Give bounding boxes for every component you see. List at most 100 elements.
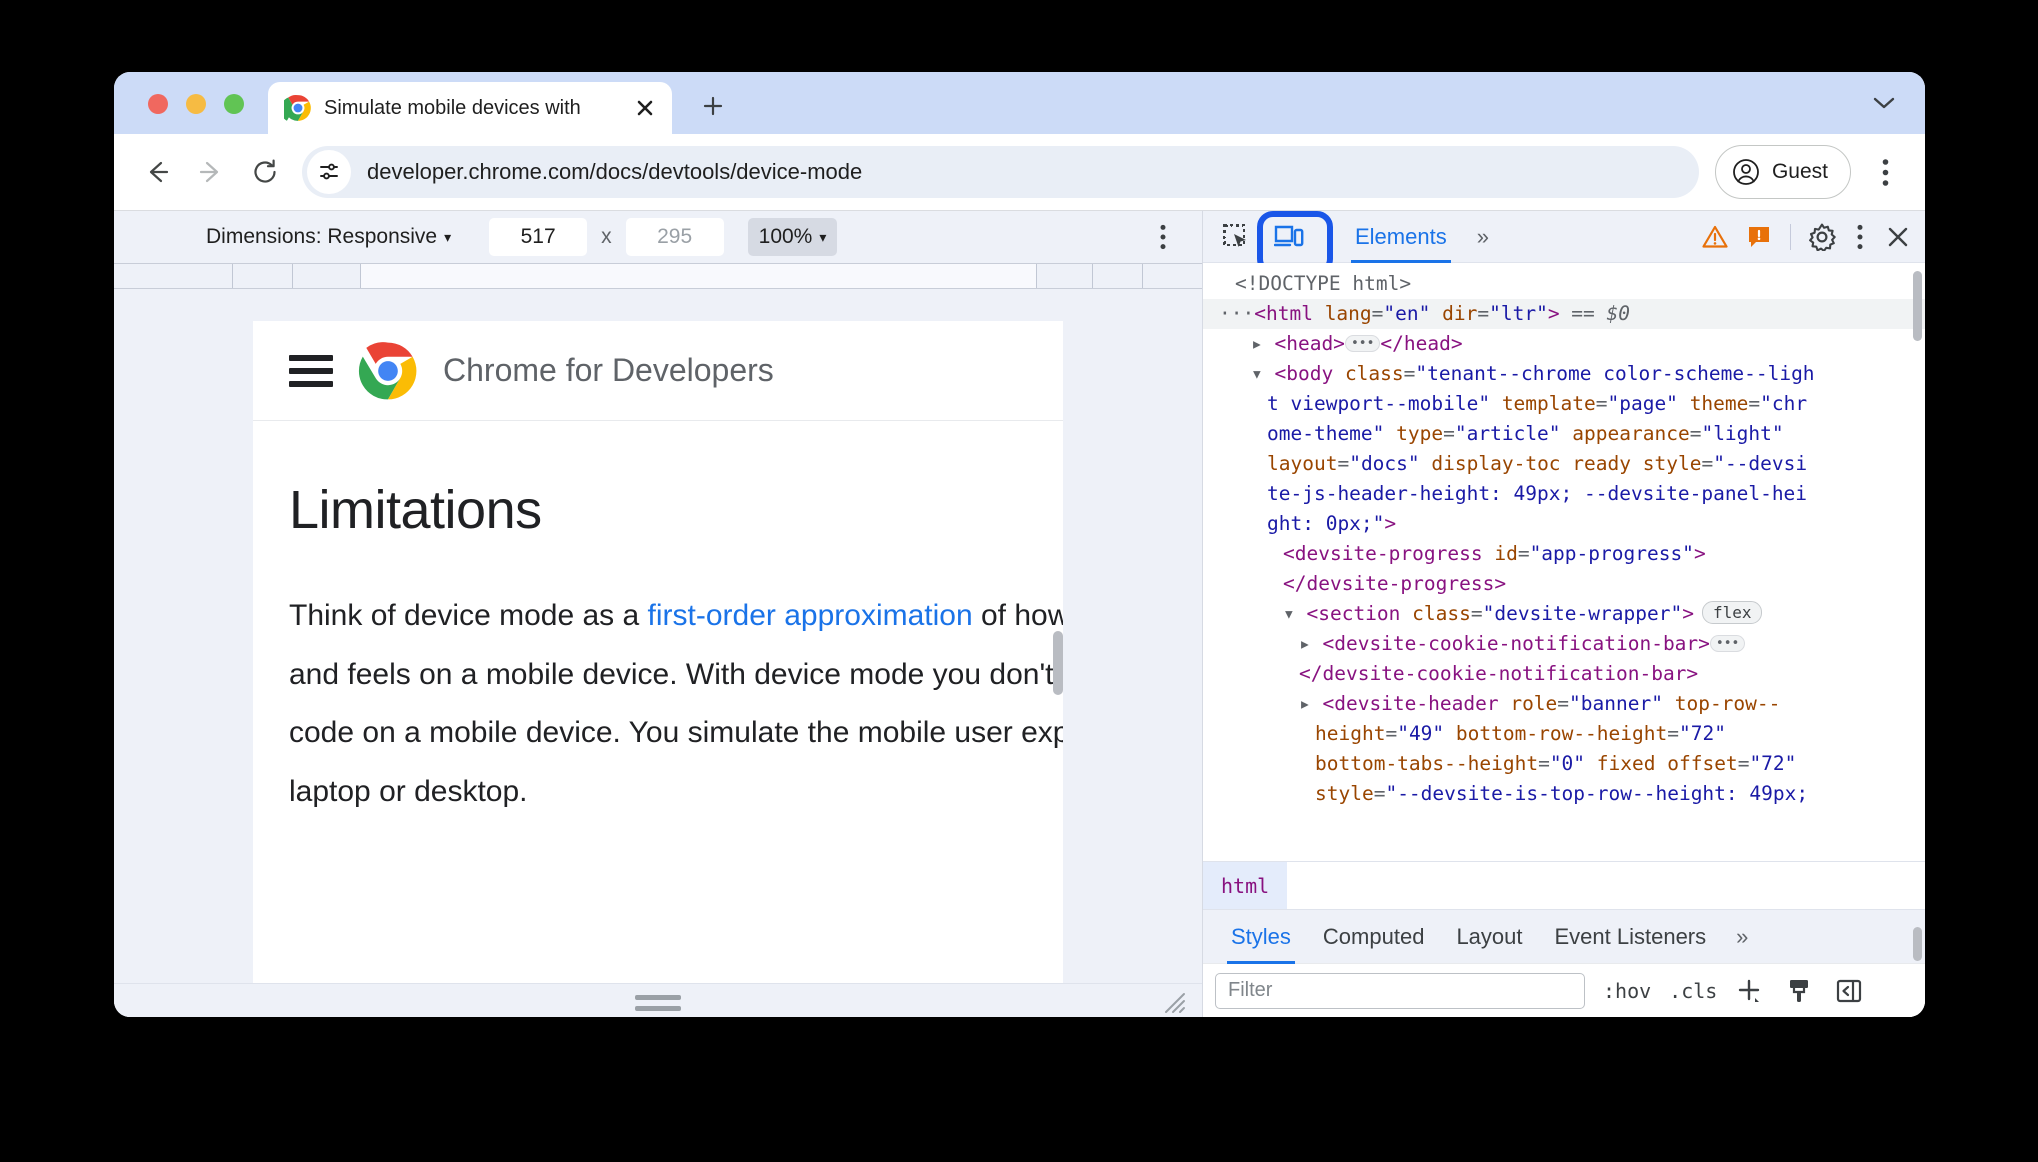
viewport-resize-bar[interactable] [114, 983, 1202, 1017]
styles-pane-toolbar: Filter :hov .cls [1203, 963, 1925, 1017]
dom-token [1678, 392, 1690, 415]
dom-token: </head> [1380, 332, 1463, 355]
tab-event-listeners[interactable]: Event Listeners [1539, 910, 1723, 964]
browser-menu-button[interactable] [1861, 148, 1909, 196]
height-input[interactable]: 295 [625, 218, 724, 256]
back-button[interactable] [130, 145, 184, 199]
dom-token: <section [1306, 602, 1413, 625]
hamburger-icon[interactable] [289, 354, 333, 387]
dom-tree-node[interactable]: ▾ <section class="devsite-wrapper"> flex [1203, 599, 1925, 629]
three-dots-vertical-icon [1160, 224, 1166, 250]
more-sidebar-tabs-button[interactable]: » [1722, 924, 1759, 950]
device-viewport[interactable]: Chrome for Developers Limitations Think … [253, 321, 1063, 983]
dom-tree-node[interactable]: </devsite-cookie-notification-bar> [1203, 659, 1925, 689]
devtools-menu-button[interactable] [1841, 218, 1879, 256]
dom-token: "docs" [1349, 452, 1420, 475]
breadcrumb-item-html[interactable]: html [1203, 862, 1288, 909]
copy-all-styles-button[interactable] [1781, 973, 1817, 1009]
toggle-styles-sidebar-button[interactable] [1831, 973, 1867, 1009]
forward-button[interactable] [184, 145, 238, 199]
dom-token: layout [1267, 452, 1338, 475]
vertical-resize-handle[interactable] [635, 995, 681, 1011]
dom-token: style [1642, 452, 1702, 475]
element-classes-button[interactable]: .cls [1669, 979, 1717, 1003]
dom-tree-node[interactable]: te-js-header-height: 49px; --devsite-pan… [1203, 479, 1925, 509]
close-devtools-button[interactable] [1879, 218, 1917, 256]
styles-scrollbar[interactable] [1913, 927, 1922, 961]
styles-filter-input[interactable]: Filter [1215, 972, 1585, 1009]
dom-tree-node[interactable]: ▸ <head> ••• </head> [1203, 329, 1925, 359]
dom-tree-node[interactable]: style="--devsite-is-top-row--height: 49p… [1203, 779, 1925, 809]
dom-tree-node[interactable]: ···<html lang="en" dir="ltr"> == $0 [1203, 299, 1925, 329]
dom-token: bottom-row--height [1455, 722, 1668, 745]
devtools-toolbar: Elements » [1203, 210, 1925, 275]
corner-resize-handle[interactable] [1162, 990, 1186, 1014]
site-title: Chrome for Developers [443, 352, 774, 388]
width-input[interactable]: 517 [489, 218, 588, 256]
dom-tree-node[interactable]: ▸ <devsite-cookie-notification-bar> ••• [1203, 629, 1925, 659]
dom-tree-node[interactable]: ght: 0px;"> [1203, 509, 1925, 539]
dom-tree-node[interactable]: </devsite-progress> [1203, 569, 1925, 599]
issues-button[interactable] [1740, 218, 1778, 256]
dimensions-dropdown[interactable]: Dimensions: Responsive ▾ [206, 225, 451, 249]
expand-toggle-icon[interactable]: ▾ [1251, 362, 1274, 385]
dom-token [1444, 722, 1456, 745]
dom-tree-node[interactable]: ▾ <body class="tenant--chrome color-sche… [1203, 359, 1925, 389]
toggle-device-toolbar-button[interactable] [1257, 210, 1333, 275]
tab-computed[interactable]: Computed [1307, 910, 1441, 964]
device-viewport-wrapper: Chrome for Developers Limitations Think … [114, 289, 1202, 983]
chrome-logo-icon [284, 94, 311, 121]
new-tab-button[interactable] [694, 87, 732, 125]
reload-button[interactable] [238, 145, 292, 199]
browser-tab[interactable]: Simulate mobile devices with [268, 82, 672, 134]
viewport-scrollbar[interactable] [1053, 631, 1063, 695]
tab-search-button[interactable] [1861, 80, 1907, 126]
dom-token: te-js-header-height: 49px; --devsite-pan… [1267, 482, 1808, 505]
maximize-window-button[interactable] [224, 94, 244, 114]
dom-token: = [1737, 752, 1750, 775]
expand-ellipsis-icon[interactable]: ••• [1709, 635, 1746, 652]
new-style-rule-button[interactable] [1731, 973, 1767, 1009]
dom-tree-node[interactable]: t viewport--mobile" template="page" them… [1203, 389, 1925, 419]
address-bar[interactable]: developer.chrome.com/docs/devtools/devic… [302, 146, 1699, 198]
tab-styles[interactable]: Styles [1215, 910, 1307, 964]
dom-token: "0" [1549, 752, 1586, 775]
first-order-approximation-link[interactable]: first-order approximation [648, 599, 973, 632]
devtools-settings-button[interactable] [1803, 218, 1841, 256]
tab-elements[interactable]: Elements [1351, 211, 1451, 263]
dom-tree-node[interactable]: layout="docs" display-toc ready style="-… [1203, 449, 1925, 479]
flex-badge[interactable]: flex [1701, 601, 1763, 624]
device-mode-more-options-button[interactable] [1146, 220, 1180, 254]
dom-token: = [1689, 422, 1702, 445]
expand-toggle-icon[interactable]: ▸ [1251, 332, 1274, 355]
dom-token: = [1371, 302, 1384, 325]
more-panels-button[interactable]: » [1477, 224, 1489, 250]
dom-token: lang [1324, 302, 1372, 325]
close-window-button[interactable] [148, 94, 168, 114]
dom-token: display-toc ready [1431, 452, 1631, 475]
tab-layout[interactable]: Layout [1440, 910, 1538, 964]
dom-tree-node[interactable]: <!DOCTYPE html> [1203, 269, 1925, 299]
dom-tree-node[interactable]: ome-theme" type="article" appearance="li… [1203, 419, 1925, 449]
dom-token: == $0 [1559, 302, 1631, 325]
dom-tree[interactable]: <!DOCTYPE html> ···<html lang="en" dir="l… [1203, 263, 1925, 861]
force-state-button[interactable]: :hov [1603, 979, 1651, 1003]
dom-token: = [1557, 692, 1570, 715]
minimize-window-button[interactable] [186, 94, 206, 114]
expand-toggle-icon[interactable]: ▾ [1283, 602, 1306, 625]
close-icon[interactable] [632, 95, 658, 121]
inspect-element-button[interactable] [1217, 218, 1255, 256]
warnings-button[interactable] [1696, 218, 1734, 256]
dom-tree-node[interactable]: ▸ <devsite-header role="banner" top-row-… [1203, 689, 1925, 719]
expand-ellipsis-icon[interactable]: ••• [1344, 335, 1381, 352]
dom-tree-node[interactable]: <devsite-progress id="app-progress"> [1203, 539, 1925, 569]
viewport-ruler[interactable] [114, 263, 1202, 289]
expand-toggle-icon[interactable]: ▸ [1299, 692, 1322, 715]
expand-toggle-icon[interactable]: ▸ [1299, 632, 1322, 655]
profile-button[interactable]: Guest [1714, 145, 1851, 199]
site-settings-button[interactable] [307, 150, 351, 194]
zoom-dropdown[interactable]: 100% ▾ [747, 218, 838, 256]
dom-tree-scrollbar[interactable] [1913, 271, 1922, 341]
dom-tree-node[interactable]: bottom-tabs--height="0" fixed offset="72… [1203, 749, 1925, 779]
dom-tree-node[interactable]: height="49" bottom-row--height="72" [1203, 719, 1925, 749]
